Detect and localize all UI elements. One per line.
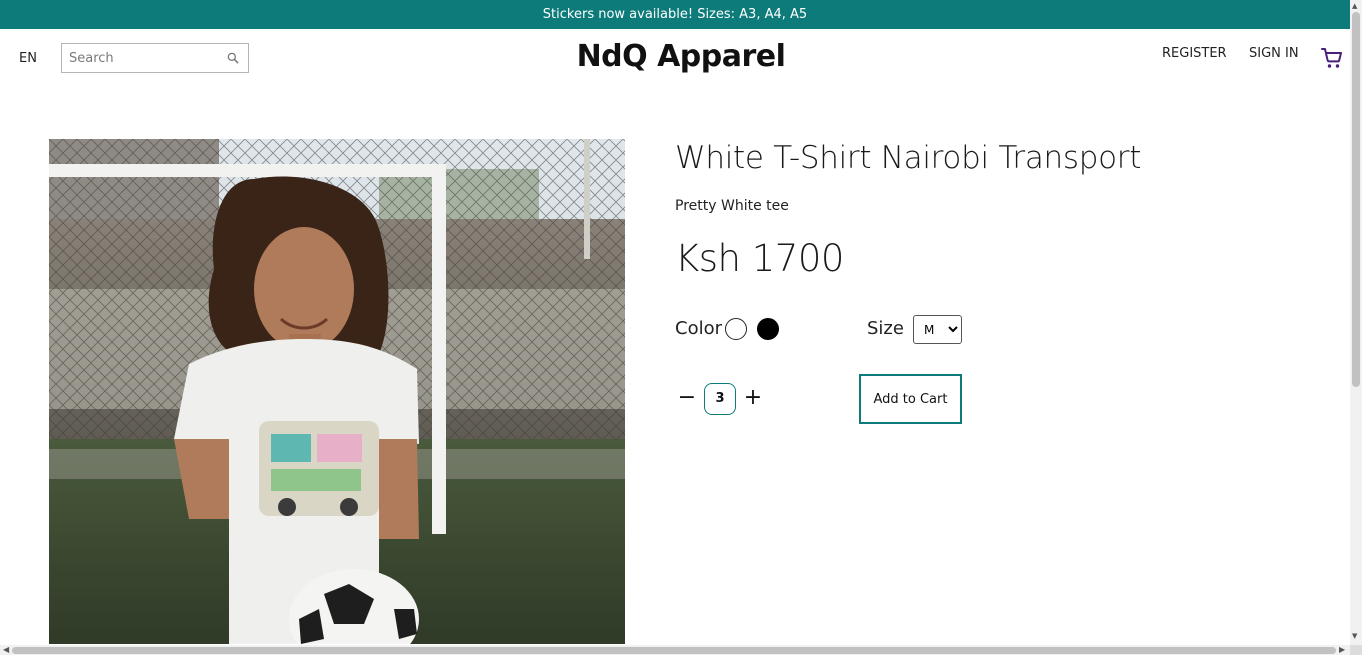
sign-in-link[interactable]: SIGN IN xyxy=(1249,46,1299,61)
add-to-cart-button[interactable]: Add to Cart xyxy=(859,374,962,424)
shopping-cart-icon[interactable] xyxy=(1320,46,1344,70)
color-label: Color xyxy=(675,318,722,339)
size-label: Size xyxy=(867,318,904,339)
vertical-scrollbar[interactable]: ▲ ▼ xyxy=(1350,0,1362,645)
register-link[interactable]: REGISTER xyxy=(1162,46,1227,61)
scroll-right-arrow-icon[interactable]: ▶ xyxy=(1339,645,1345,654)
vertical-scroll-thumb[interactable] xyxy=(1352,12,1360,387)
scroll-up-arrow-icon[interactable]: ▲ xyxy=(1352,2,1357,10)
color-swatch-black[interactable] xyxy=(757,318,779,340)
site-header: EN NdQ Apparel REGISTER SIGN IN xyxy=(0,29,1350,89)
page: Stickers now available! Sizes: A3, A4, A… xyxy=(0,0,1362,655)
scroll-down-arrow-icon[interactable]: ▼ xyxy=(1352,632,1357,640)
product-price: Ksh 1700 xyxy=(675,237,844,280)
quantity-decrease-button[interactable]: − xyxy=(677,387,697,410)
color-swatch-white[interactable] xyxy=(725,318,747,340)
quantity-field[interactable]: 3 xyxy=(704,383,736,415)
product-subtitle: Pretty White tee xyxy=(675,198,789,214)
product-photo-illustration xyxy=(49,139,625,644)
scroll-left-arrow-icon[interactable]: ◀ xyxy=(3,645,9,654)
quantity-increase-button[interactable]: + xyxy=(743,387,763,410)
horizontal-scrollbar[interactable]: ◀ ▶ xyxy=(0,645,1350,655)
tshirt-print-matatu xyxy=(259,421,379,516)
product-photo xyxy=(49,139,625,644)
size-select[interactable]: M xyxy=(913,315,962,344)
scrollbar-corner xyxy=(1350,645,1362,655)
announcement-text: Stickers now available! Sizes: A3, A4, A… xyxy=(542,7,808,22)
brand-logo[interactable]: NdQ Apparel xyxy=(0,39,1362,74)
horizontal-scroll-thumb[interactable] xyxy=(12,647,1336,654)
announcement-bar: Stickers now available! Sizes: A3, A4, A… xyxy=(0,0,1350,29)
product-title: White T-Shirt Nairobi Transport xyxy=(675,140,1142,176)
